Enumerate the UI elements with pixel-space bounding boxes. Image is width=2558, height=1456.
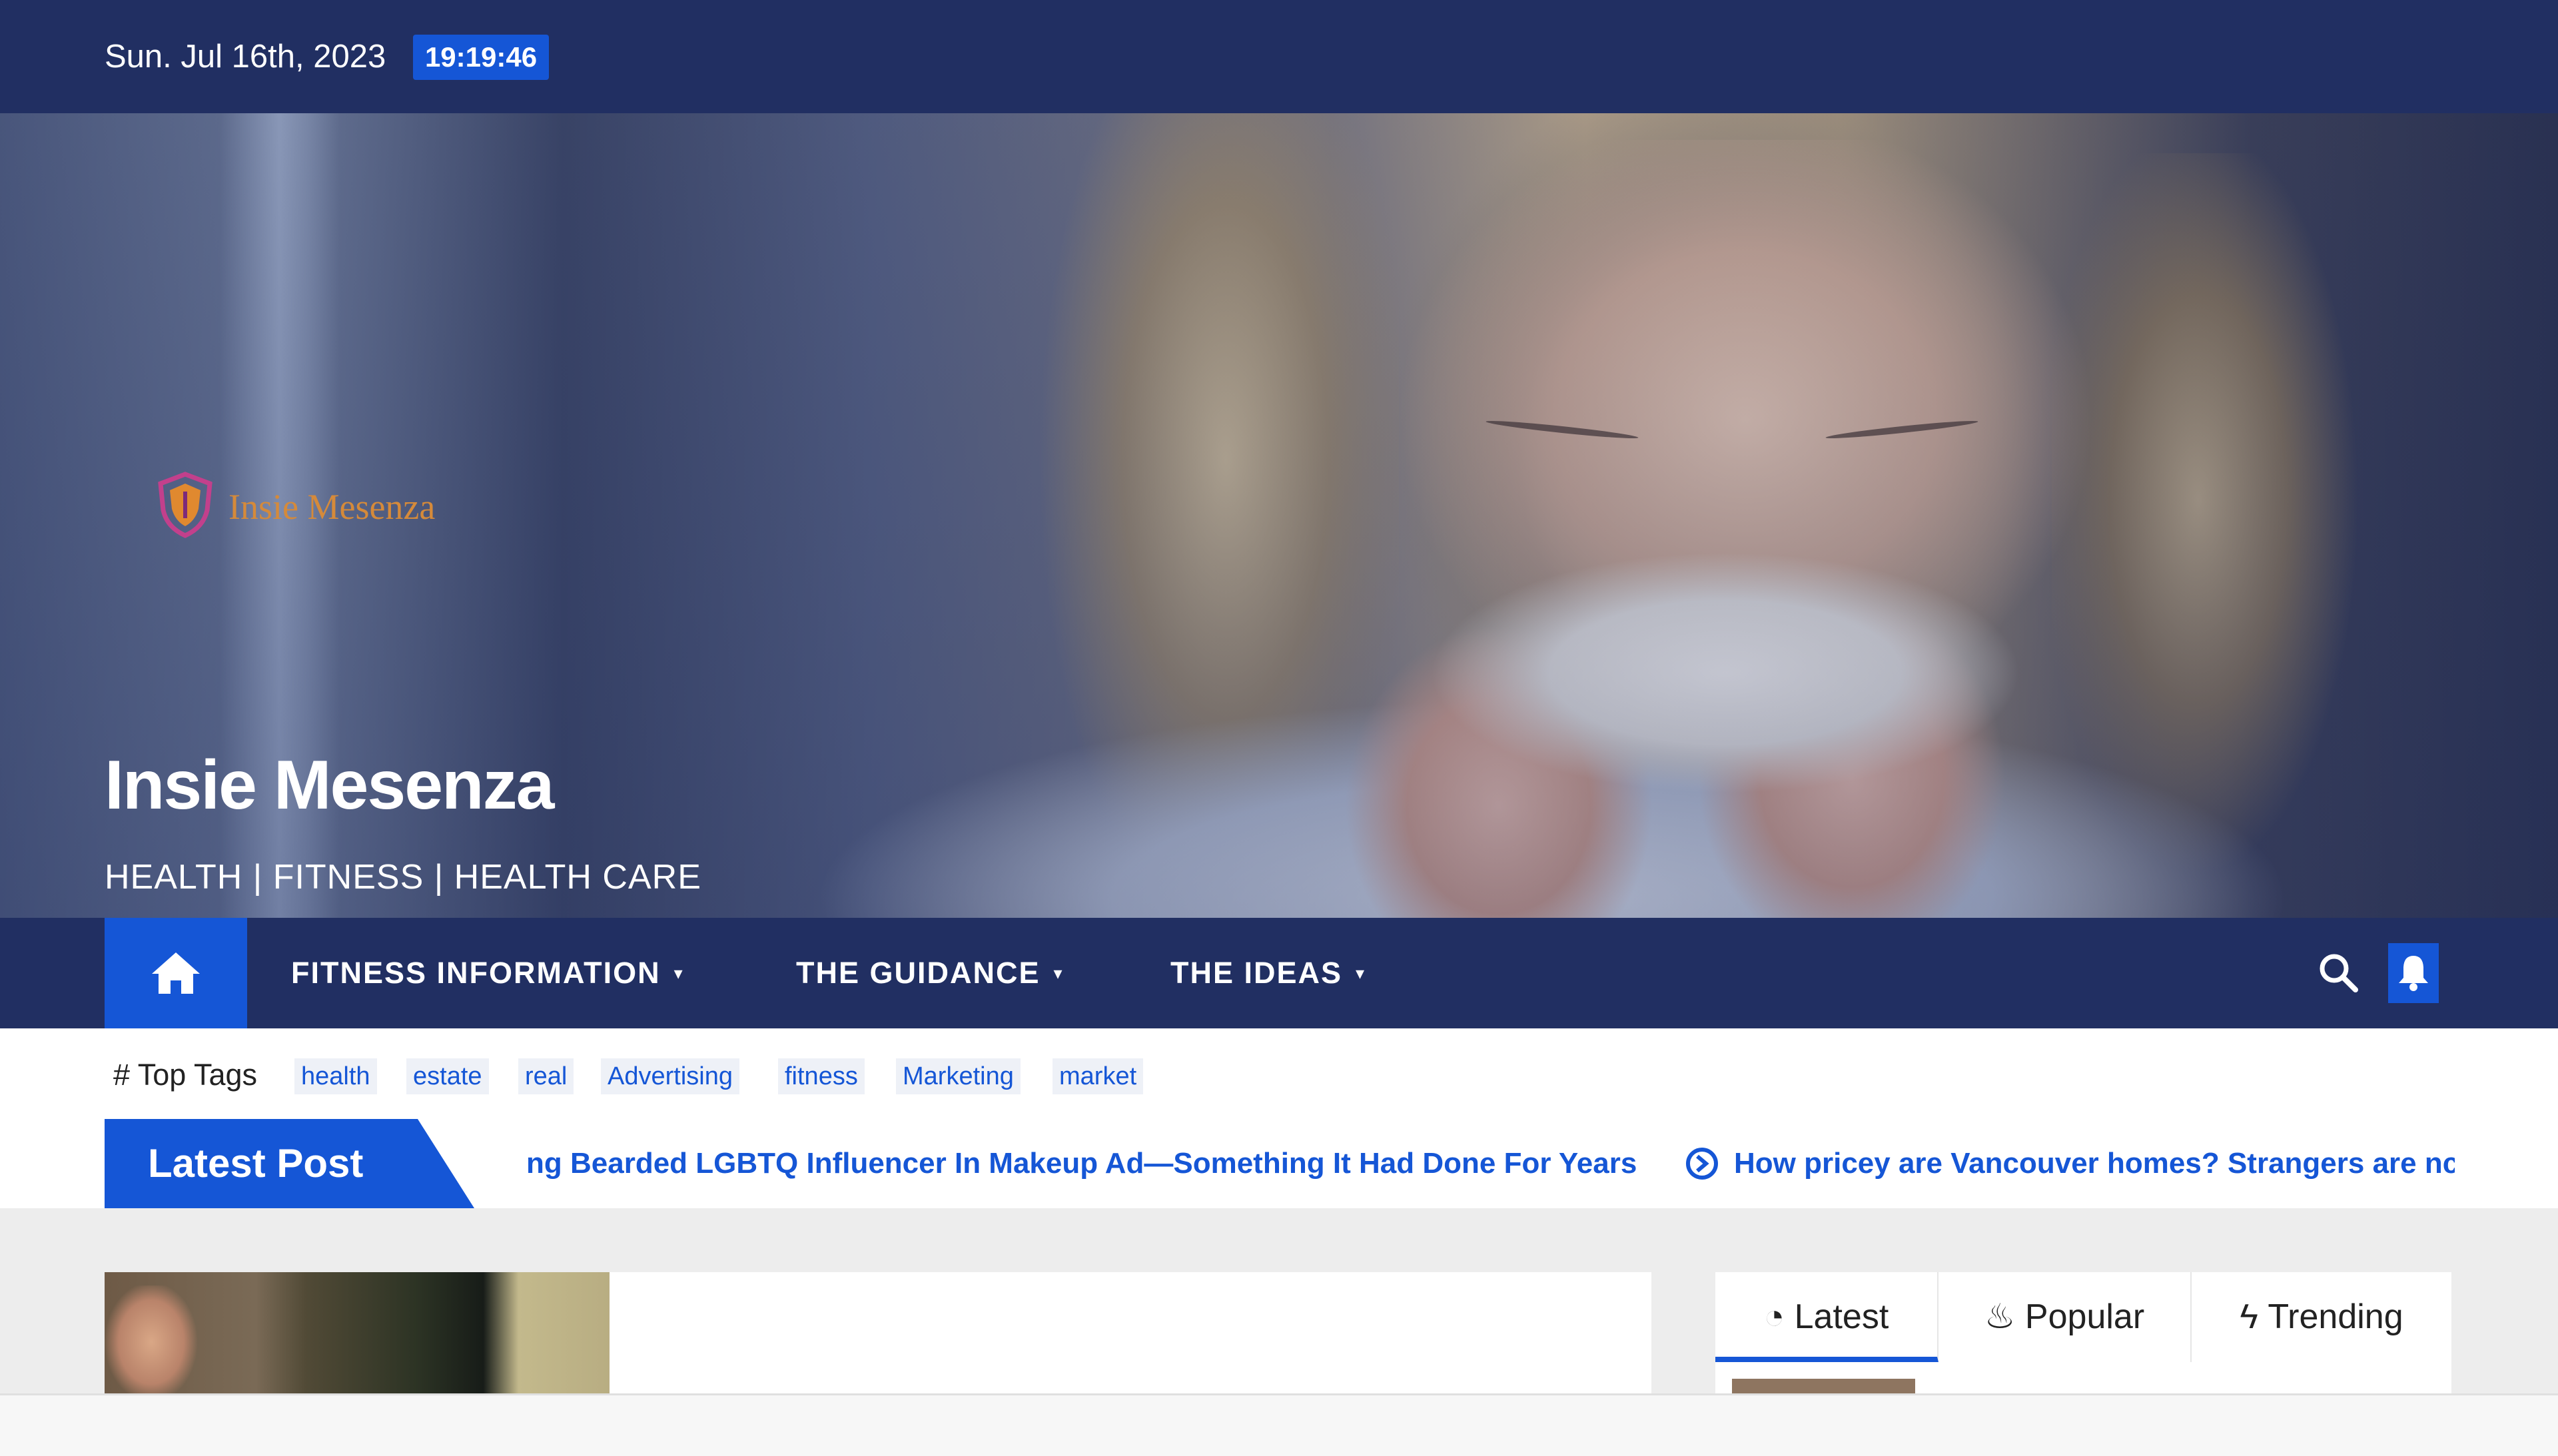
- top-bar: Sun. Jul 16th, 2023 19:19:46: [0, 0, 2558, 113]
- shield-logo-icon: [158, 472, 213, 538]
- tag-link[interactable]: fitness: [778, 1058, 865, 1094]
- nav-the-ideas[interactable]: THE IDEAS ▾: [1170, 918, 1366, 1028]
- nav-label: THE GUIDANCE: [796, 956, 1041, 990]
- tag-link[interactable]: Marketing: [896, 1058, 1021, 1094]
- top-tags-bar: # Top Tags health estate real Advertisin…: [0, 1028, 2558, 1119]
- post-thumbnail[interactable]: [105, 1272, 610, 1393]
- nav-fitness-information[interactable]: FITNESS INFORMATION ▾: [291, 918, 684, 1028]
- clock-icon: ◔: [1763, 1297, 1785, 1336]
- tab-trending[interactable]: ϟ Trending: [2192, 1272, 2451, 1362]
- fire-icon: ♨: [1984, 1297, 2016, 1336]
- chevron-down-icon: ▾: [1356, 963, 1366, 983]
- search-icon[interactable]: [2317, 951, 2359, 994]
- tab-popular[interactable]: ♨ Popular: [1938, 1272, 2192, 1362]
- hero-banner: Insie Mesenza Insie Mesenza HEALTH | FIT…: [0, 113, 2558, 918]
- current-date: Sun. Jul 16th, 2023: [105, 39, 386, 75]
- tag-link[interactable]: health: [294, 1058, 377, 1094]
- current-time-badge: 19:19:46: [413, 35, 549, 80]
- subscribe-button[interactable]: [2388, 943, 2439, 1003]
- main-nav: FITNESS INFORMATION ▾ THE GUIDANCE ▾ THE I…: [0, 918, 2558, 1028]
- bell-icon: [2399, 956, 2428, 991]
- tag-link[interactable]: market: [1053, 1058, 1144, 1094]
- tab-label: Trending: [2268, 1297, 2403, 1336]
- latest-post-ticker: Latest Post ng Bearded LGBTQ Influencer …: [0, 1119, 2558, 1208]
- top-tags-label: # Top Tags: [113, 1058, 258, 1092]
- logo-text: Insie Mesenza: [228, 487, 436, 527]
- chevron-down-icon: ▾: [1053, 963, 1064, 983]
- ticker-headline[interactable]: How pricey are Vancouver homes? Stranger…: [1734, 1119, 2455, 1208]
- tag-link[interactable]: real: [518, 1058, 574, 1094]
- site-tagline: HEALTH | FITNESS | HEALTH CARE | HEALTH …: [105, 858, 701, 897]
- tag-link[interactable]: Advertising: [601, 1058, 739, 1094]
- bolt-icon: ϟ: [2240, 1297, 2258, 1336]
- nav-label: THE IDEAS: [1170, 956, 1343, 990]
- ticker-headline[interactable]: ng Bearded LGBTQ Influencer In Makeup Ad…: [526, 1119, 1637, 1208]
- tab-label: Latest: [1794, 1297, 1889, 1336]
- post-thumbnail-person: [105, 1285, 198, 1393]
- home-button[interactable]: [105, 918, 247, 1028]
- nav-the-guidance[interactable]: THE GUIDANCE ▾: [796, 918, 1064, 1028]
- tab-label: Popular: [2024, 1297, 2145, 1336]
- bottom-scroll-strip: [0, 1393, 2558, 1456]
- site-title[interactable]: Insie Mesenza: [105, 742, 554, 829]
- nav-label: FITNESS INFORMATION: [291, 956, 661, 990]
- tab-latest[interactable]: ◔ Latest: [1715, 1272, 1938, 1362]
- chevron-down-icon: ▾: [673, 963, 684, 983]
- tag-link[interactable]: estate: [406, 1058, 489, 1094]
- latest-post-label: Latest Post: [105, 1119, 474, 1208]
- home-icon: [152, 952, 200, 994]
- circle-arrow-right-icon: [1686, 1148, 1718, 1180]
- site-logo[interactable]: Insie Mesenza: [157, 472, 503, 545]
